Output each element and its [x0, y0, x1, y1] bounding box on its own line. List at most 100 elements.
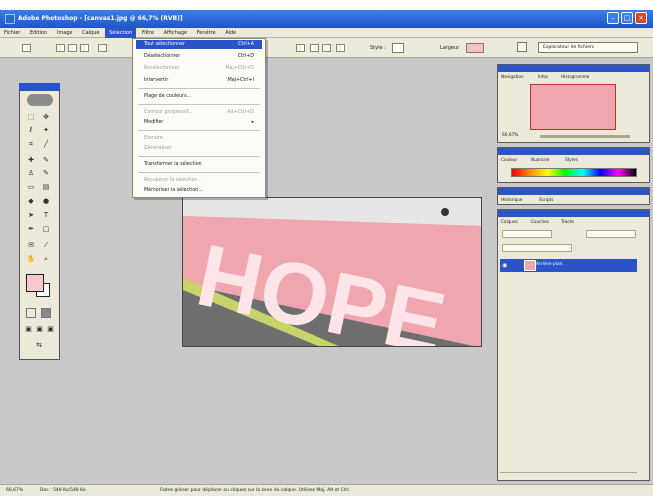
menu-item-deselect[interactable]: Désélectionner Ctrl+D [136, 52, 262, 61]
brush-icon[interactable]: ✎ [41, 155, 51, 165]
foreground-color-swatch[interactable] [26, 274, 44, 292]
eyedropper-icon[interactable]: ⁄ [41, 240, 51, 250]
file-browser-button[interactable]: Explorateur de fichiers [538, 42, 638, 53]
lasso-icon[interactable]: ℓ [26, 125, 36, 135]
tab-channels[interactable]: Couches [531, 218, 559, 226]
history-brush-icon[interactable]: ✎ [41, 168, 51, 178]
navigator-zoom-value[interactable]: 66,67% [502, 132, 532, 140]
gradient-icon[interactable]: ▤ [41, 182, 51, 192]
menu-item-grow[interactable]: Etendre [136, 134, 262, 143]
screen-mode-full-icon[interactable]: ▣ [45, 324, 56, 334]
tab-layers[interactable]: Calques [501, 218, 529, 226]
crop-icon[interactable]: ⌗ [26, 139, 36, 149]
menu-aide[interactable]: Aide [221, 28, 240, 38]
tab-actions[interactable]: Scripts [539, 196, 565, 204]
marquee-icon[interactable]: ⬚ [26, 112, 36, 122]
tab-info[interactable]: Infos [538, 73, 560, 81]
feather-field-icon[interactable] [296, 44, 305, 52]
status-bar: 66,67% Doc : 549 Ko/549 Ko Faites glisse… [0, 484, 653, 496]
new-selection-icon[interactable] [56, 44, 65, 52]
close-button[interactable]: × [635, 12, 647, 24]
maximize-button[interactable]: □ [621, 12, 633, 24]
color-panel-header[interactable] [498, 148, 649, 155]
menu-separator [138, 130, 260, 131]
subtract-selection-icon[interactable] [80, 44, 89, 52]
layers-panel-header[interactable] [498, 210, 649, 217]
color-swatch-button[interactable] [466, 43, 484, 53]
layers-footer-buttons[interactable] [500, 472, 637, 479]
minimize-button[interactable]: – [607, 12, 619, 24]
menu-fichier[interactable]: Fichier [0, 28, 24, 38]
menu-item-select-all[interactable]: Tout sélectionner Ctrl+A [136, 40, 262, 49]
menu-item-inverse[interactable]: Intervertir Maj+Ctrl+I [136, 76, 262, 85]
tab-color[interactable]: Couleur [501, 156, 529, 164]
slice-icon[interactable]: ╱ [41, 139, 51, 149]
jump-to-imageready-icon[interactable]: ⇆ [28, 340, 50, 350]
add-selection-icon[interactable] [68, 44, 77, 52]
blur-icon[interactable]: ◆ [26, 196, 36, 206]
menu-fenetre[interactable]: Fenêtre [193, 28, 220, 38]
tab-histogram[interactable]: Histogramme [561, 73, 601, 81]
opacity-field[interactable] [586, 230, 636, 238]
status-doc-info[interactable]: Doc : 549 Ko/549 Ko [40, 485, 86, 497]
status-zoom[interactable]: 66,67% [6, 485, 23, 497]
tab-swatches[interactable]: Nuancier [531, 156, 563, 164]
menu-item-load-selection[interactable]: Récupérer la sélection... [136, 176, 262, 185]
marquee-tool-icon[interactable] [22, 44, 31, 52]
menu-calque[interactable]: Calque [78, 28, 103, 38]
navigator-thumbnail[interactable] [530, 84, 616, 130]
menu-item-save-selection[interactable]: Mémoriser la sélection... [136, 186, 262, 195]
shape-icon[interactable]: □ [41, 224, 51, 234]
quickmask-mode-icon[interactable] [41, 308, 51, 318]
path-select-icon[interactable]: ➤ [26, 210, 36, 220]
menu-edition[interactable]: Edition [26, 28, 51, 38]
healing-icon[interactable]: ✚ [26, 155, 36, 165]
menu-affichage[interactable]: Affichage [160, 28, 192, 38]
marquee-shape-icon[interactable] [322, 44, 331, 52]
dodge-icon[interactable]: ● [41, 196, 51, 206]
pen-icon[interactable]: ✒ [26, 224, 36, 234]
navigator-zoom-slider[interactable] [540, 135, 630, 138]
eraser-icon[interactable]: ▭ [26, 182, 36, 192]
menu-item-color-range[interactable]: Plage de couleurs... [136, 92, 262, 101]
history-panel-header[interactable] [498, 188, 649, 195]
standard-mode-icon[interactable] [26, 308, 36, 318]
menu-item-similar[interactable]: Généraliser [136, 144, 262, 153]
document-canvas[interactable]: HOPE [182, 197, 482, 347]
color-ramp[interactable] [511, 168, 637, 177]
status-hint: Faites glisser pour déplacer ou cliquez … [160, 488, 351, 493]
adobe-eye-icon[interactable] [27, 94, 53, 106]
layer-visibility-eye-icon[interactable]: ◉ [502, 262, 509, 269]
screen-mode-full-menu-icon[interactable]: ▣ [34, 324, 45, 334]
intersect-selection-icon[interactable] [98, 44, 107, 52]
notes-icon[interactable]: ✉ [26, 240, 36, 250]
tab-paths[interactable]: Tracés [561, 218, 585, 226]
menu-item-feather[interactable]: Contour progressif... Alt+Ctrl+D [136, 108, 262, 117]
menu-filtre[interactable]: Filtre [138, 28, 158, 38]
ellipse-shape-icon[interactable] [336, 44, 345, 52]
toolbox-header[interactable] [19, 83, 60, 91]
tab-history[interactable]: Historique [501, 196, 537, 204]
lock-options[interactable] [502, 244, 572, 252]
antialias-icon[interactable] [310, 44, 319, 52]
window-titlebar: Adobe Photoshop - [canvas1.jpg @ 66,7% (… [0, 10, 653, 28]
menu-selection[interactable]: Sélection [105, 28, 137, 38]
stamp-icon[interactable]: ♙ [26, 168, 36, 178]
zoom-icon[interactable]: ⌕ [41, 254, 51, 264]
tab-styles[interactable]: Styles [565, 156, 591, 164]
file-browser-icon[interactable] [517, 42, 527, 52]
navigator-panel-header[interactable] [498, 65, 649, 72]
menu-item-transform-selection[interactable]: Transformer la sélection [136, 160, 262, 169]
type-icon[interactable]: T [41, 210, 51, 220]
layer-row-background[interactable]: Arrière-plan [500, 259, 637, 272]
tab-navigator[interactable]: Navigation [501, 73, 537, 81]
menu-item-modify[interactable]: Modifier ▸ [136, 118, 262, 127]
magic-wand-icon[interactable]: ✦ [41, 125, 51, 135]
hand-icon[interactable]: ✋ [26, 254, 36, 264]
menu-image[interactable]: Image [53, 28, 77, 38]
menu-item-reselect[interactable]: Resélectionner Maj+Ctrl+D [136, 64, 262, 73]
style-dropdown[interactable] [392, 43, 404, 53]
blend-mode-dropdown[interactable] [502, 230, 552, 238]
screen-mode-standard-icon[interactable]: ▣ [23, 324, 34, 334]
move-icon[interactable]: ✥ [41, 112, 51, 122]
